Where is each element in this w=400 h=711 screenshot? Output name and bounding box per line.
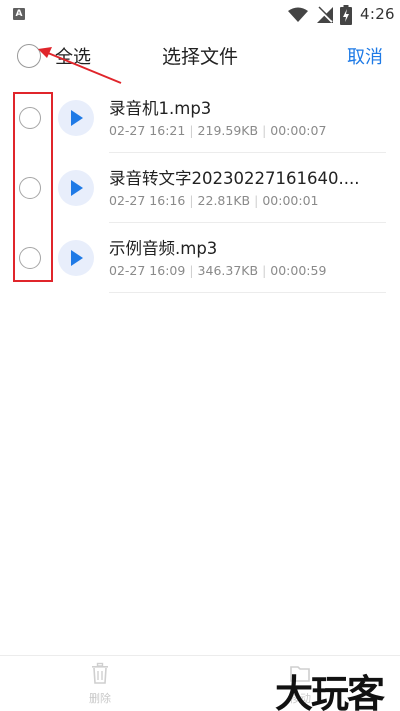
file-meta: 02-27 16:16 | 22.81KB | 00:00:01: [109, 193, 318, 208]
delete-label: 删除: [89, 692, 111, 705]
play-button[interactable]: [58, 170, 94, 206]
file-row[interactable]: 示例音频.mp3 02-27 16:09 | 346.37KB | 00:00:59: [0, 223, 400, 293]
trash-icon: [92, 662, 108, 684]
file-meta: 02-27 16:21 | 219.59KB | 00:00:07: [109, 123, 326, 138]
meta-separator: |: [262, 123, 267, 138]
file-name: 示例音频.mp3: [109, 239, 218, 258]
meta-separator: |: [254, 193, 259, 208]
play-icon: [71, 180, 83, 196]
file-size: 219.59KB: [197, 123, 259, 138]
file-meta: 02-27 16:09 | 346.37KB | 00:00:59: [109, 263, 326, 278]
file-date: 02-27 16:09: [109, 263, 186, 278]
file-duration: 00:00:59: [270, 263, 327, 278]
file-size: 22.81KB: [197, 193, 251, 208]
watermark-logo: 大玩客: [275, 672, 385, 711]
meta-separator: |: [189, 123, 194, 138]
delete-button[interactable]: 删除: [80, 662, 120, 706]
meta-separator: |: [189, 193, 194, 208]
play-button[interactable]: [58, 240, 94, 276]
annotation-arrow: [38, 47, 122, 84]
play-icon: [71, 250, 83, 266]
meta-separator: |: [262, 263, 267, 278]
meta-separator: |: [189, 263, 194, 278]
file-duration: 00:00:01: [262, 193, 319, 208]
row-divider: [109, 292, 386, 293]
file-size: 346.37KB: [197, 263, 259, 278]
file-row[interactable]: 录音转文字20230227161640.... 02-27 16:16 | 22.8…: [0, 153, 400, 223]
file-date: 02-27 16:21: [109, 123, 186, 138]
file-name: 录音转文字20230227161640....: [109, 169, 360, 188]
file-duration: 00:00:07: [270, 123, 327, 138]
annotation-highlight-box: [13, 92, 53, 282]
file-date: 02-27 16:16: [109, 193, 186, 208]
